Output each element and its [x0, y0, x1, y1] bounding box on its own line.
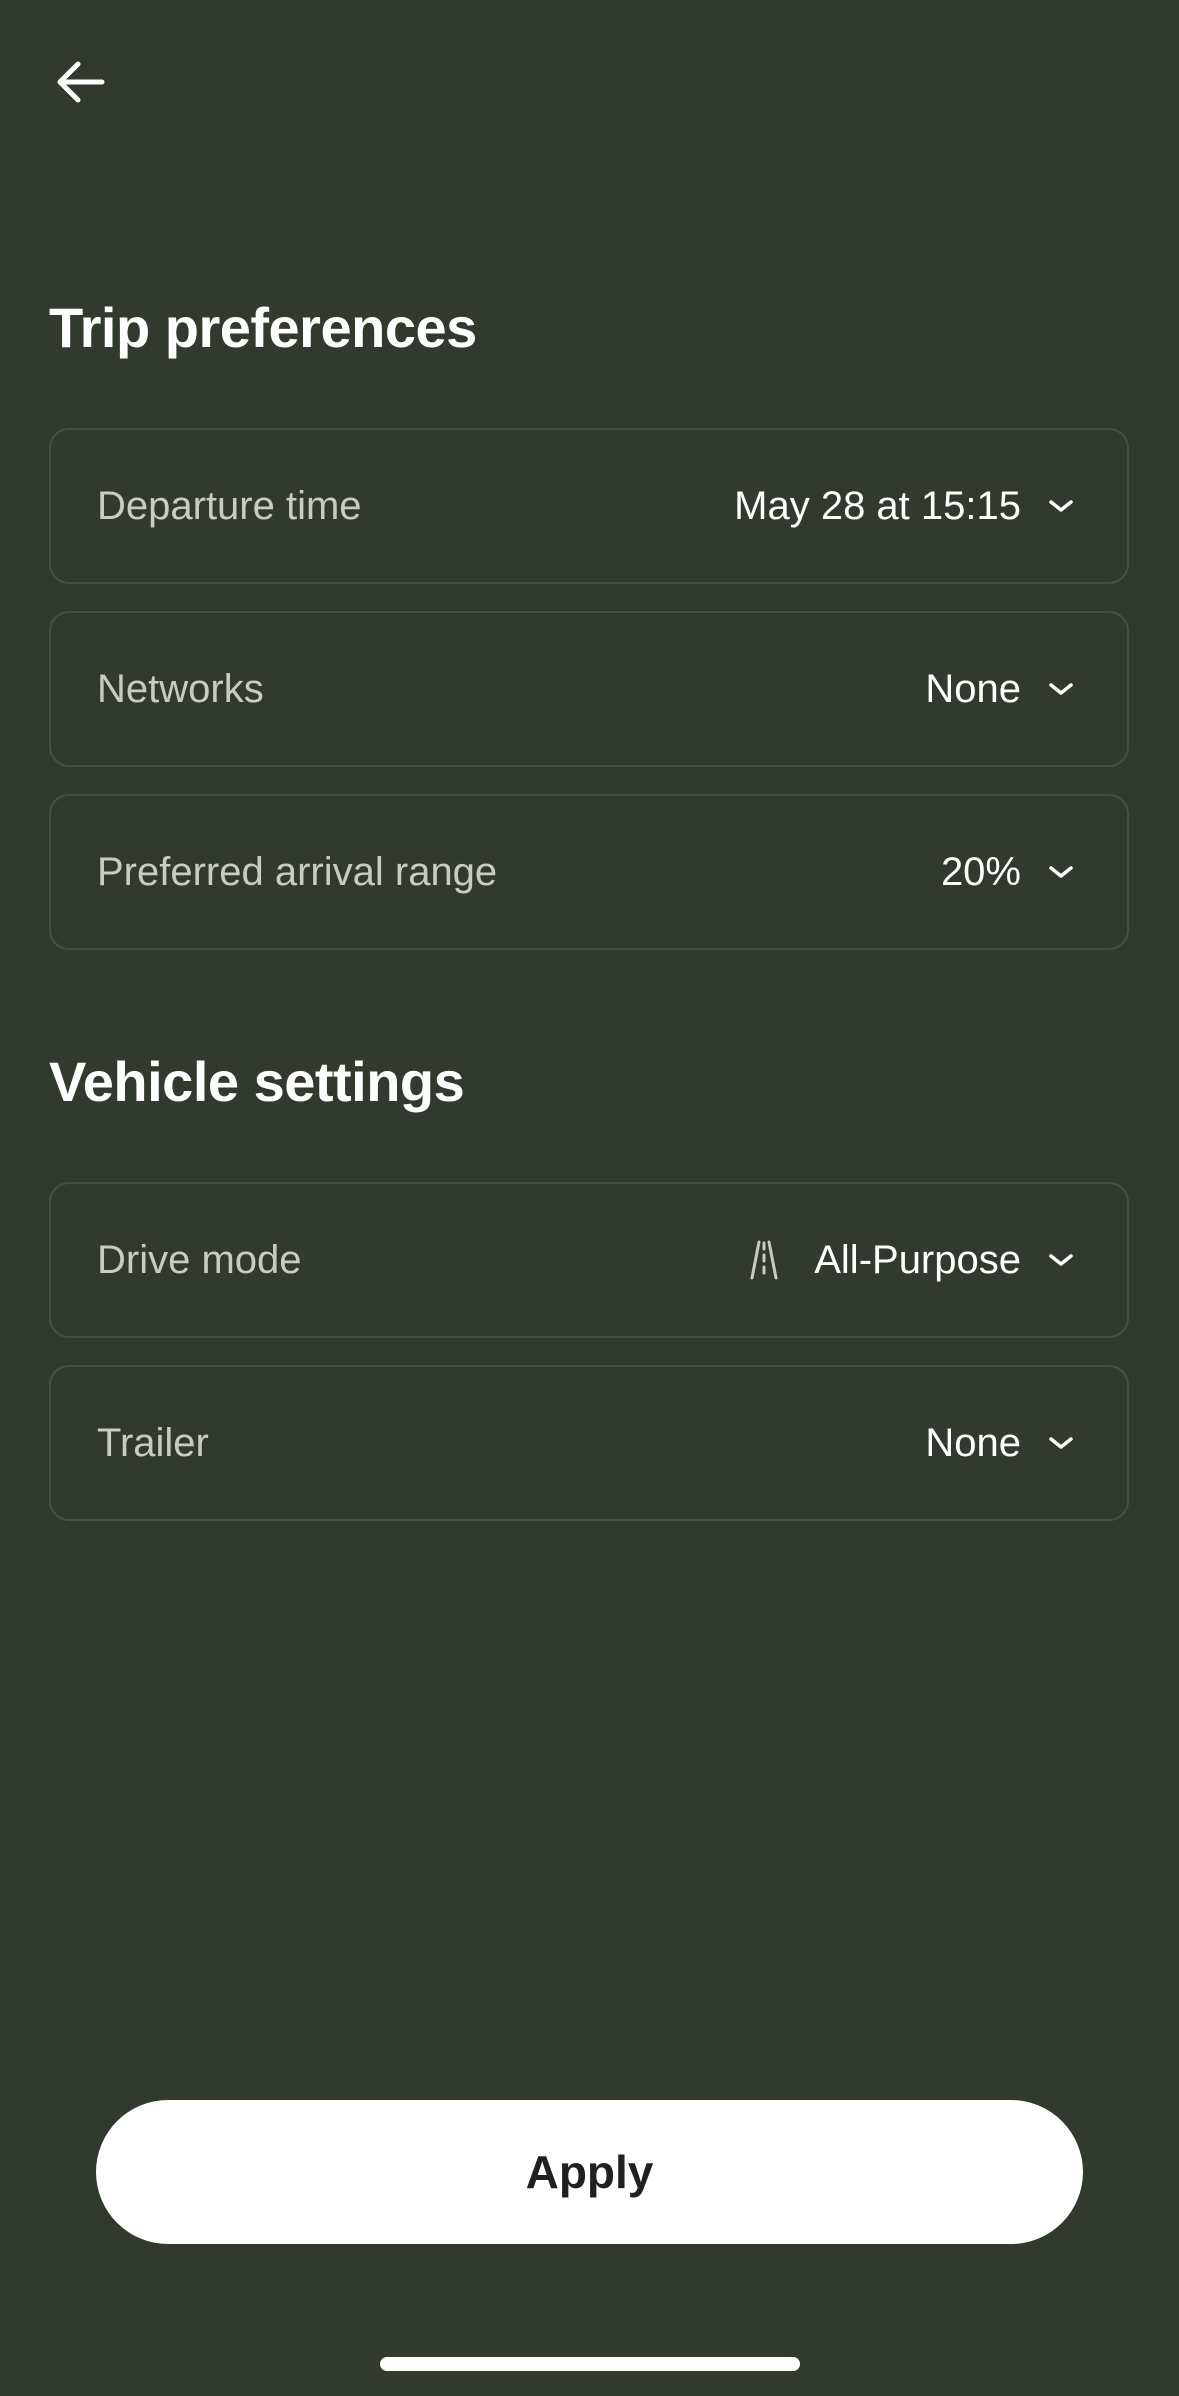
trailer-row[interactable]: Trailer None — [49, 1365, 1129, 1521]
apply-button[interactable]: Apply — [96, 2100, 1083, 2244]
trailer-value: None — [925, 1420, 1021, 1465]
networks-row[interactable]: Networks None — [49, 611, 1129, 767]
chevron-down-icon — [1041, 1423, 1081, 1463]
networks-label: Networks — [97, 666, 264, 711]
networks-value: None — [925, 666, 1021, 711]
chevron-down-icon — [1041, 1240, 1081, 1280]
trailer-label: Trailer — [97, 1420, 209, 1465]
chevron-down-icon — [1041, 669, 1081, 709]
networks-selector[interactable]: None — [925, 667, 1081, 712]
chevron-down-icon — [1041, 852, 1081, 892]
departure-time-label: Departure time — [97, 483, 362, 528]
arrow-left-icon — [52, 54, 108, 115]
departure-time-row[interactable]: Departure time May 28 at 15:15 — [49, 428, 1129, 584]
drive-mode-label: Drive mode — [97, 1237, 302, 1282]
vehicle-settings-title: Vehicle settings — [49, 1050, 465, 1113]
arrival-range-value: 20% — [940, 849, 1021, 894]
trip-preferences-title: Trip preferences — [49, 296, 477, 359]
chevron-down-icon — [1041, 486, 1081, 526]
trailer-selector[interactable]: None — [925, 1421, 1081, 1466]
road-icon — [742, 1238, 786, 1282]
drive-mode-row[interactable]: Drive mode All-Purpose — [49, 1182, 1129, 1338]
drive-mode-value: All-Purpose — [814, 1237, 1021, 1282]
departure-time-selector[interactable]: May 28 at 15:15 — [734, 484, 1081, 529]
arrival-range-selector[interactable]: 20% — [941, 850, 1081, 895]
drive-mode-selector[interactable]: All-Purpose — [742, 1238, 1081, 1283]
home-indicator[interactable] — [380, 2357, 800, 2371]
arrival-range-row[interactable]: Preferred arrival range 20% — [49, 794, 1129, 950]
departure-time-value: May 28 at 15:15 — [734, 483, 1021, 528]
back-button[interactable] — [40, 44, 120, 124]
arrival-range-label: Preferred arrival range — [97, 849, 498, 894]
